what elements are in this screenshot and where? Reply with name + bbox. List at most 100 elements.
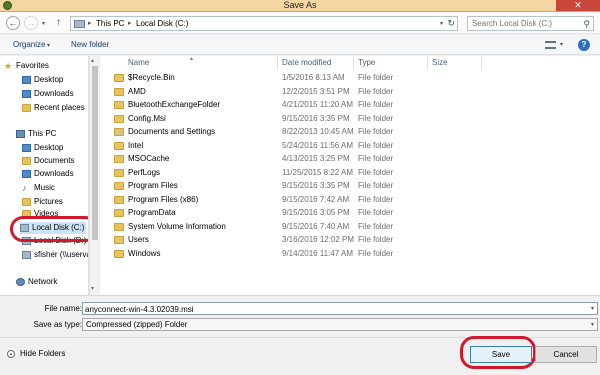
view-dropdown-icon[interactable]: ▾ — [560, 41, 563, 49]
scrollbar-thumb[interactable] — [92, 66, 98, 240]
file-row[interactable]: $Recycle.Bin 1/5/2016 8:13 AM File folde… — [100, 71, 600, 85]
close-button[interactable]: ✕ — [556, 0, 600, 11]
address-bar[interactable]: ▸ This PC ▸ Local Disk (C:) ▾ ↻ — [70, 16, 458, 31]
organize-button[interactable]: Organize — [13, 40, 45, 50]
sidebar-item-label: sfisher (\\userva — [34, 250, 91, 259]
refresh-icon[interactable]: ↻ — [447, 17, 455, 30]
file-name: PerfLogs — [128, 167, 161, 177]
chevron-up-icon: ▴ — [7, 350, 15, 358]
file-date: 9/15/2016 7:40 AM — [282, 221, 350, 231]
breadcrumb-separator[interactable]: ▸ — [128, 18, 132, 30]
folder-icon — [114, 222, 124, 231]
file-name: Windows — [128, 248, 161, 258]
file-row[interactable]: System Volume Information 9/15/2016 7:40… — [100, 220, 600, 234]
search-input[interactable] — [472, 18, 577, 29]
file-row[interactable]: ProgramData 9/15/2016 3:05 PM File folde… — [100, 206, 600, 220]
pane-divider — [0, 295, 600, 296]
file-row[interactable]: Windows 9/14/2016 11:47 AM File folder — [100, 247, 600, 261]
file-row[interactable]: Program Files (x86) 9/15/2016 7:42 AM Fi… — [100, 193, 600, 207]
back-button[interactable]: ← — [6, 16, 20, 30]
search-icon[interactable]: ⚲ — [583, 18, 590, 30]
folder-icon — [114, 101, 124, 109]
sidebar-item-label: Network — [28, 277, 58, 286]
sidebar-item-label: Recent places — [34, 103, 85, 112]
file-row[interactable]: MSOCache 4/13/2015 3:25 PM File folder — [100, 152, 600, 166]
folder-icon — [114, 249, 124, 258]
file-row[interactable]: Intel 5/24/2016 11:56 AM File folder — [100, 139, 600, 153]
breadcrumb-this-pc[interactable]: This PC — [96, 18, 124, 30]
folder-icon — [114, 209, 124, 217]
file-type: File folder — [358, 113, 394, 123]
save-button[interactable]: Save — [470, 346, 532, 363]
shortcut-folder-icon — [114, 128, 124, 136]
file-name: ProgramData — [128, 208, 176, 217]
command-toolbar: Organize ▾ New folder ▾ ? — [0, 35, 600, 55]
view-options-icon[interactable] — [545, 41, 556, 49]
forward-button[interactable]: → — [24, 16, 38, 30]
file-name: Config.Msi — [128, 113, 166, 123]
file-type: File folder — [358, 140, 394, 150]
breadcrumb-local-disk[interactable]: Local Disk (C:) — [136, 18, 188, 30]
hide-folders-label: Hide Folders — [20, 349, 66, 358]
sidebar-item-label: Pictures — [34, 197, 63, 206]
recent-locations-dropdown[interactable]: ▾ — [42, 20, 45, 27]
navigation-scrollbar[interactable]: ▴ ▾ — [89, 56, 99, 295]
sidebar-item-label: Desktop — [34, 143, 64, 152]
scroll-up-arrow[interactable]: ▴ — [91, 57, 94, 65]
file-type: File folder — [358, 167, 394, 177]
downloads-icon — [22, 170, 31, 178]
column-header-date[interactable]: Date modified — [278, 56, 354, 70]
desktop-icon — [22, 76, 31, 84]
save-as-type-row: Save as type: Compressed (zipped) Folder… — [0, 318, 600, 332]
file-date: 4/13/2015 3:25 PM — [282, 154, 350, 163]
save-as-type-select[interactable]: Compressed (zipped) Folder ▾ — [82, 318, 598, 331]
chevron-down-icon[interactable]: ▾ — [591, 319, 594, 331]
folder-icon — [114, 87, 124, 96]
folder-icon — [114, 168, 124, 177]
file-row[interactable]: Documents and Settings 8/22/2013 10:45 A… — [100, 125, 600, 139]
navigation-bar: ← → ▾ ↑ ▸ This PC ▸ Local Disk (C:) ▾ ↻ … — [0, 12, 600, 34]
sidebar-item-label: Downloads — [34, 89, 74, 98]
file-date: 9/15/2016 3:05 PM — [282, 208, 350, 217]
network-drive-icon — [22, 251, 31, 259]
file-row[interactable]: BluetoothExchangeFolder 4/21/2015 11:20 … — [100, 98, 600, 112]
file-name: MSOCache — [128, 154, 170, 163]
column-header-type[interactable]: Type — [354, 56, 428, 70]
dialog-footer: ▴ Hide Folders Save Cancel — [0, 336, 600, 375]
new-folder-button[interactable]: New folder — [71, 40, 109, 50]
file-name: Documents and Settings — [128, 127, 216, 136]
search-box[interactable]: ⚲ — [467, 16, 594, 31]
file-type: File folder — [358, 73, 394, 82]
file-name-label: File name: — [44, 304, 82, 313]
file-name: $Recycle.Bin — [128, 73, 175, 82]
file-name-input[interactable] — [85, 304, 575, 314]
scroll-down-arrow[interactable]: ▾ — [91, 285, 94, 293]
folder-icon — [114, 114, 124, 123]
highlight-oval-local-disk — [10, 216, 96, 242]
chevron-down-icon[interactable]: ▾ — [47, 41, 50, 51]
address-dropdown-icon[interactable]: ▾ — [440, 19, 443, 30]
file-row[interactable]: Program Files 9/15/2016 3:35 PM File fol… — [100, 179, 600, 193]
file-date: 11/25/2015 8:22 AM — [282, 167, 354, 177]
cancel-button[interactable]: Cancel — [535, 346, 597, 363]
file-name: Program Files (x86) — [128, 194, 199, 204]
file-name: Intel — [128, 140, 144, 150]
file-type: File folder — [358, 100, 394, 109]
file-date: 4/21/2015 11:20 AM — [282, 100, 354, 109]
file-type: File folder — [358, 235, 394, 244]
chevron-down-icon[interactable]: ▾ — [591, 303, 594, 315]
column-header-size[interactable]: Size — [428, 56, 482, 70]
breadcrumb-separator[interactable]: ▸ — [88, 18, 92, 30]
help-icon[interactable]: ? — [578, 39, 590, 51]
documents-icon — [22, 157, 31, 165]
file-type: File folder — [358, 154, 394, 163]
file-row[interactable]: Users 3/16/2016 12:02 PM File folder — [100, 233, 600, 247]
file-row[interactable]: Config.Msi 9/15/2016 3:35 PM File folder — [100, 112, 600, 126]
file-date: 9/15/2016 3:35 PM — [282, 181, 350, 190]
save-as-type-label: Save as type: — [33, 320, 82, 329]
file-row[interactable]: AMD 12/2/2015 3:51 PM File folder — [100, 85, 600, 99]
column-header-name[interactable]: Name ▴ — [100, 56, 278, 70]
file-row[interactable]: PerfLogs 11/25/2015 8:22 AM File folder — [100, 166, 600, 180]
file-name-field[interactable]: ▾ — [82, 302, 598, 315]
up-button[interactable]: ↑ — [56, 17, 61, 28]
